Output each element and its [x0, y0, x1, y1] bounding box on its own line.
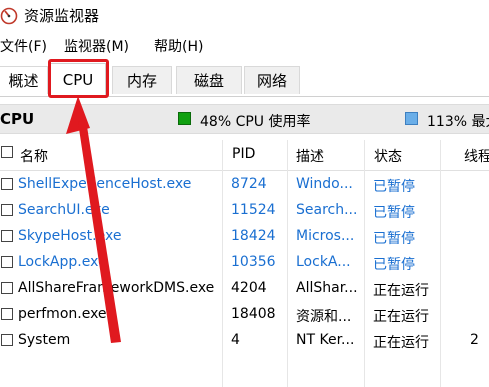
table-row[interactable]: ShellExperienceHost.exe 8724 Windo... 已暂停	[0, 172, 489, 198]
table-row[interactable]: SkypeHost.exe 18424 Micros... 已暂停	[0, 224, 489, 250]
table-header: 名称 PID 描述 状态 线程	[0, 140, 489, 171]
table-row[interactable]: LockApp.exe 10356 LockA... 已暂停	[0, 250, 489, 276]
cpu-section-header[interactable]: CPU 48% CPU 使用率 113% 最大	[0, 104, 489, 134]
process-pid: 4204	[231, 280, 267, 296]
process-checkbox[interactable]	[1, 230, 13, 242]
cpu-max-swatch	[405, 112, 418, 125]
tab-network[interactable]: 网络	[244, 66, 300, 94]
resource-monitor-icon	[0, 7, 18, 25]
process-checkbox[interactable]	[1, 256, 13, 268]
process-checkbox[interactable]	[1, 282, 13, 294]
process-pid: 11524	[231, 202, 276, 218]
title-bar: 资源监视器	[0, 0, 489, 34]
process-description: NT Ker...	[296, 332, 355, 348]
tab-disk[interactable]: 磁盘	[176, 66, 242, 94]
table-row[interactable]: perfmon.exe 18408 资源和... 正在运行	[0, 302, 489, 328]
window-title: 资源监视器	[24, 7, 100, 25]
column-pid[interactable]: PID	[232, 146, 255, 162]
process-threads: 2	[470, 332, 479, 348]
process-pid: 8724	[231, 176, 267, 192]
tab-memory[interactable]: 内存	[112, 66, 172, 94]
process-pid: 18424	[231, 228, 276, 244]
process-checkbox[interactable]	[1, 334, 13, 346]
process-description: AllShar...	[296, 280, 358, 296]
menu-monitor[interactable]: 监视器(M)	[64, 37, 129, 57]
column-description[interactable]: 描述	[296, 146, 324, 166]
process-status: 已暂停	[373, 205, 415, 221]
process-status: 正在运行	[373, 309, 429, 325]
process-status: 已暂停	[373, 257, 415, 273]
column-status[interactable]: 状态	[374, 146, 402, 166]
column-name[interactable]: 名称	[20, 146, 48, 166]
process-name: SkypeHost.exe	[18, 228, 122, 244]
process-name: ShellExperienceHost.exe	[18, 176, 192, 192]
process-name: SearchUI.exe	[18, 202, 110, 218]
process-pid: 18408	[231, 306, 276, 322]
process-checkbox[interactable]	[1, 204, 13, 216]
process-description: Micros...	[296, 228, 355, 244]
process-table: 名称 PID 描述 状态 线程 ShellExperienceHost.exe 8…	[0, 140, 489, 387]
process-name: System	[18, 332, 71, 348]
column-threads[interactable]: 线程	[464, 146, 489, 166]
process-description: Windo...	[296, 176, 353, 192]
menu-file[interactable]: 文件(F)	[0, 37, 47, 57]
menu-bar: 文件(F) 监视器(M) 帮助(H)	[0, 34, 489, 60]
process-description: LockA...	[296, 254, 351, 270]
process-status: 已暂停	[373, 231, 415, 247]
process-description: Search...	[296, 202, 358, 218]
process-status: 正在运行	[373, 335, 429, 351]
cpu-tab-highlight	[48, 59, 109, 98]
tab-overview[interactable]: 概述	[0, 66, 48, 94]
process-checkbox[interactable]	[1, 308, 13, 320]
process-status: 已暂停	[373, 179, 415, 195]
process-name: LockApp.exe	[18, 254, 107, 270]
table-row[interactable]: SearchUI.exe 11524 Search... 已暂停	[0, 198, 489, 224]
table-row[interactable]: AllShareFrameworkDMS.exe 4204 AllShar... 正在…	[0, 276, 489, 302]
process-name: AllShareFrameworkDMS.exe	[18, 280, 215, 296]
section-title: CPU	[0, 110, 35, 128]
cpu-max-label: 113% 最大	[427, 114, 489, 130]
select-all-checkbox[interactable]	[1, 146, 13, 158]
process-description: 资源和...	[296, 309, 352, 325]
cpu-usage-label: 48% CPU 使用率	[200, 114, 311, 130]
process-checkbox[interactable]	[1, 178, 13, 190]
table-row[interactable]: System 4 NT Ker... 正在运行 2	[0, 328, 489, 354]
cpu-usage-swatch	[178, 112, 191, 125]
menu-help[interactable]: 帮助(H)	[154, 37, 203, 57]
process-pid: 4	[231, 332, 240, 348]
process-status: 正在运行	[373, 283, 429, 299]
process-name: perfmon.exe	[18, 306, 107, 322]
process-pid: 10356	[231, 254, 276, 270]
